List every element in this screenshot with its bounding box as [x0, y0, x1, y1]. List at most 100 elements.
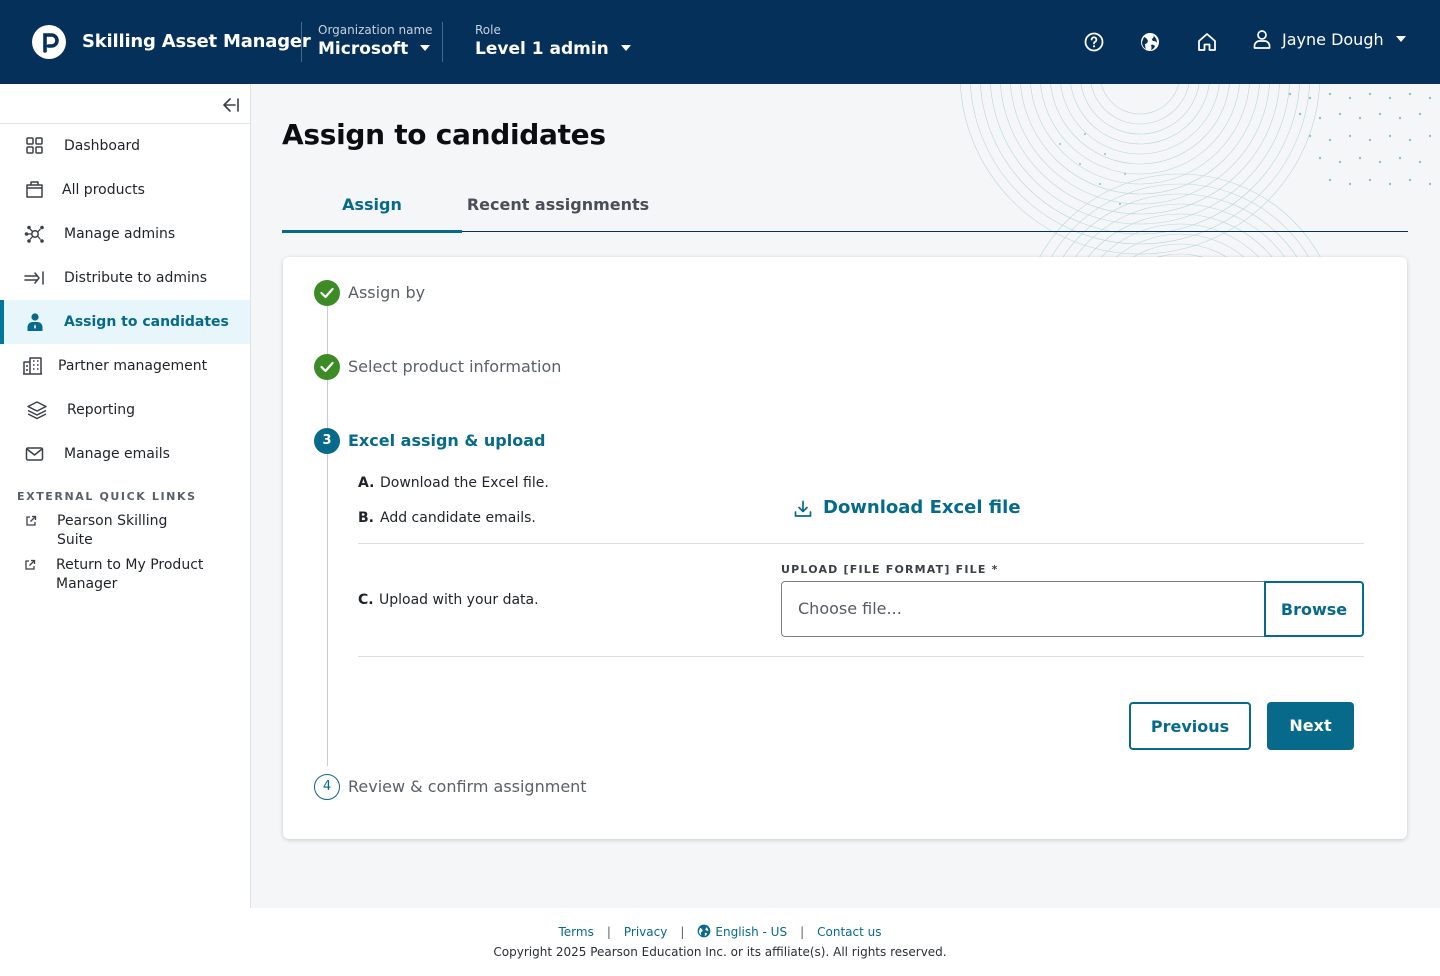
sidebar-item-label: Manage admins	[64, 226, 176, 242]
footer-separator: |	[680, 925, 685, 939]
home-icon[interactable]	[1196, 31, 1218, 53]
stepper-card: Assign by Select product information 3 E…	[283, 257, 1407, 839]
substep-key: C.	[358, 592, 374, 608]
sidebar-item-label: Partner management	[58, 358, 208, 374]
previous-button[interactable]: Previous	[1129, 702, 1251, 750]
layers-icon	[27, 401, 47, 420]
external-link-pearson-skilling-suite[interactable]: Pearson Skilling Suite	[26, 512, 168, 550]
step-4-label: Review & confirm assignment	[348, 777, 587, 796]
substep-text: Download the Excel file.	[380, 475, 549, 491]
substep-key: A.	[358, 475, 375, 491]
mail-icon	[25, 447, 44, 461]
external-link-my-product-manager[interactable]: Return to My Product Manager	[25, 556, 204, 594]
step-1-label[interactable]: Assign by	[348, 283, 425, 302]
chevron-down-icon	[1395, 35, 1406, 42]
sidebar-item-partner-management[interactable]: Partner management	[0, 344, 250, 388]
app-title[interactable]: Skilling Asset Manager	[82, 31, 311, 52]
external-link-line: Manager	[56, 576, 118, 592]
sidebar-item-label: Distribute to admins	[64, 270, 208, 286]
person-icon	[27, 313, 43, 331]
globe-icon[interactable]	[1139, 31, 1161, 53]
footer-privacy-link[interactable]: Privacy	[624, 925, 667, 939]
step-complete-icon	[314, 280, 340, 306]
pearson-logo-icon[interactable]	[32, 25, 66, 59]
browse-button[interactable]: Browse	[1264, 581, 1364, 637]
step-2-label[interactable]: Select product information	[348, 357, 561, 376]
org-label: Organization name	[318, 23, 433, 37]
step-3-number: 3	[314, 428, 340, 454]
role-value: Level 1 admin	[475, 39, 609, 59]
sidebar-item-label: Reporting	[67, 402, 136, 418]
substep-text: Add candidate emails.	[380, 510, 536, 526]
sidebar-item-assign-candidates[interactable]: Assign to candidates	[0, 300, 250, 344]
language-label: English - US	[715, 925, 788, 939]
header-divider	[301, 22, 302, 62]
tab-bar: Assign Recent assignments	[282, 186, 1408, 233]
chevron-down-icon	[620, 44, 631, 51]
user-name: Jayne Dough	[1282, 30, 1384, 49]
download-excel-link[interactable]: Download Excel file	[794, 497, 1021, 518]
sidebar-item-label: Manage emails	[64, 446, 170, 462]
footer-links: Terms | Privacy | English - US | Contact us	[0, 924, 1440, 939]
user-menu[interactable]: Jayne Dough	[1252, 29, 1406, 51]
role-label: Role	[475, 23, 501, 37]
substep-a: A. Download the Excel file.	[358, 475, 549, 491]
org-selector[interactable]: Organization name Microsoft	[318, 23, 433, 59]
footer-separator: |	[606, 925, 611, 939]
top-header: Skilling Asset Manager Organization name…	[0, 0, 1440, 84]
external-link-icon	[25, 559, 36, 570]
stepper-line	[327, 454, 328, 766]
tab-assign[interactable]: Assign	[282, 186, 462, 233]
chevron-down-icon	[420, 44, 431, 51]
sidebar-item-dashboard[interactable]: Dashboard	[0, 124, 250, 168]
header-divider	[442, 22, 443, 62]
language-selector[interactable]: English - US	[697, 924, 787, 939]
file-input[interactable]: Choose file...	[781, 581, 1266, 637]
arrow-right-bar-icon	[24, 271, 44, 285]
user-icon	[1253, 29, 1271, 49]
sidebar-item-label: All products	[62, 182, 145, 198]
sidebar: Dashboard All products Manage admins Dis…	[0, 84, 251, 908]
external-links-title: EXTERNAL QUICK LINKS	[17, 490, 197, 503]
sidebar-item-all-products[interactable]: All products	[0, 168, 250, 212]
sidebar-item-manage-admins[interactable]: Manage admins	[0, 212, 250, 256]
substep-b: B. Add candidate emails.	[358, 510, 536, 526]
org-value: Microsoft	[318, 39, 409, 59]
grid-icon	[26, 137, 43, 154]
step-3-label: Excel assign & upload	[348, 431, 546, 450]
external-link-icon	[26, 515, 37, 526]
next-button[interactable]: Next	[1267, 702, 1354, 750]
step-4-number: 4	[314, 774, 340, 800]
sidebar-item-reporting[interactable]: Reporting	[0, 388, 250, 432]
external-link-line: Return to My Product	[56, 557, 204, 573]
substep-text: Upload with your data.	[379, 592, 539, 608]
divider	[358, 656, 1364, 657]
help-icon[interactable]	[1083, 31, 1105, 53]
footer-contact-link[interactable]: Contact us	[817, 925, 881, 939]
substep-c: C. Upload with your data.	[358, 592, 539, 608]
building-icon	[23, 357, 42, 375]
sidebar-item-label: Dashboard	[64, 138, 140, 154]
box-icon	[26, 181, 43, 198]
role-selector[interactable]: Role Level 1 admin	[475, 23, 631, 59]
page-title: Assign to candidates	[282, 118, 606, 151]
upload-field-label: UPLOAD [FILE FORMAT] FILE *	[781, 563, 999, 576]
tab-recent-assignments[interactable]: Recent assignments	[462, 186, 654, 231]
footer-terms-link[interactable]: Terms	[559, 925, 594, 939]
sidebar-item-manage-emails[interactable]: Manage emails	[0, 432, 250, 476]
download-excel-label: Download Excel file	[823, 497, 1021, 518]
sidebar-item-distribute[interactable]: Distribute to admins	[0, 256, 250, 300]
footer-separator: |	[800, 925, 805, 939]
divider	[358, 543, 1364, 544]
globe-icon	[698, 924, 711, 938]
copyright: Copyright 2025 Pearson Education Inc. or…	[493, 945, 947, 959]
footer: Terms | Privacy | English - US | Contact us Co…	[0, 908, 1440, 976]
decorative-pattern	[960, 84, 1432, 284]
download-icon	[794, 500, 812, 517]
collapse-sidebar-icon[interactable]	[220, 96, 240, 114]
substep-key: B.	[358, 510, 374, 526]
step-complete-icon	[314, 354, 340, 380]
sidebar-item-label: Assign to candidates	[64, 314, 229, 330]
external-link-line: Pearson Skilling	[57, 513, 168, 529]
network-icon	[24, 225, 44, 243]
